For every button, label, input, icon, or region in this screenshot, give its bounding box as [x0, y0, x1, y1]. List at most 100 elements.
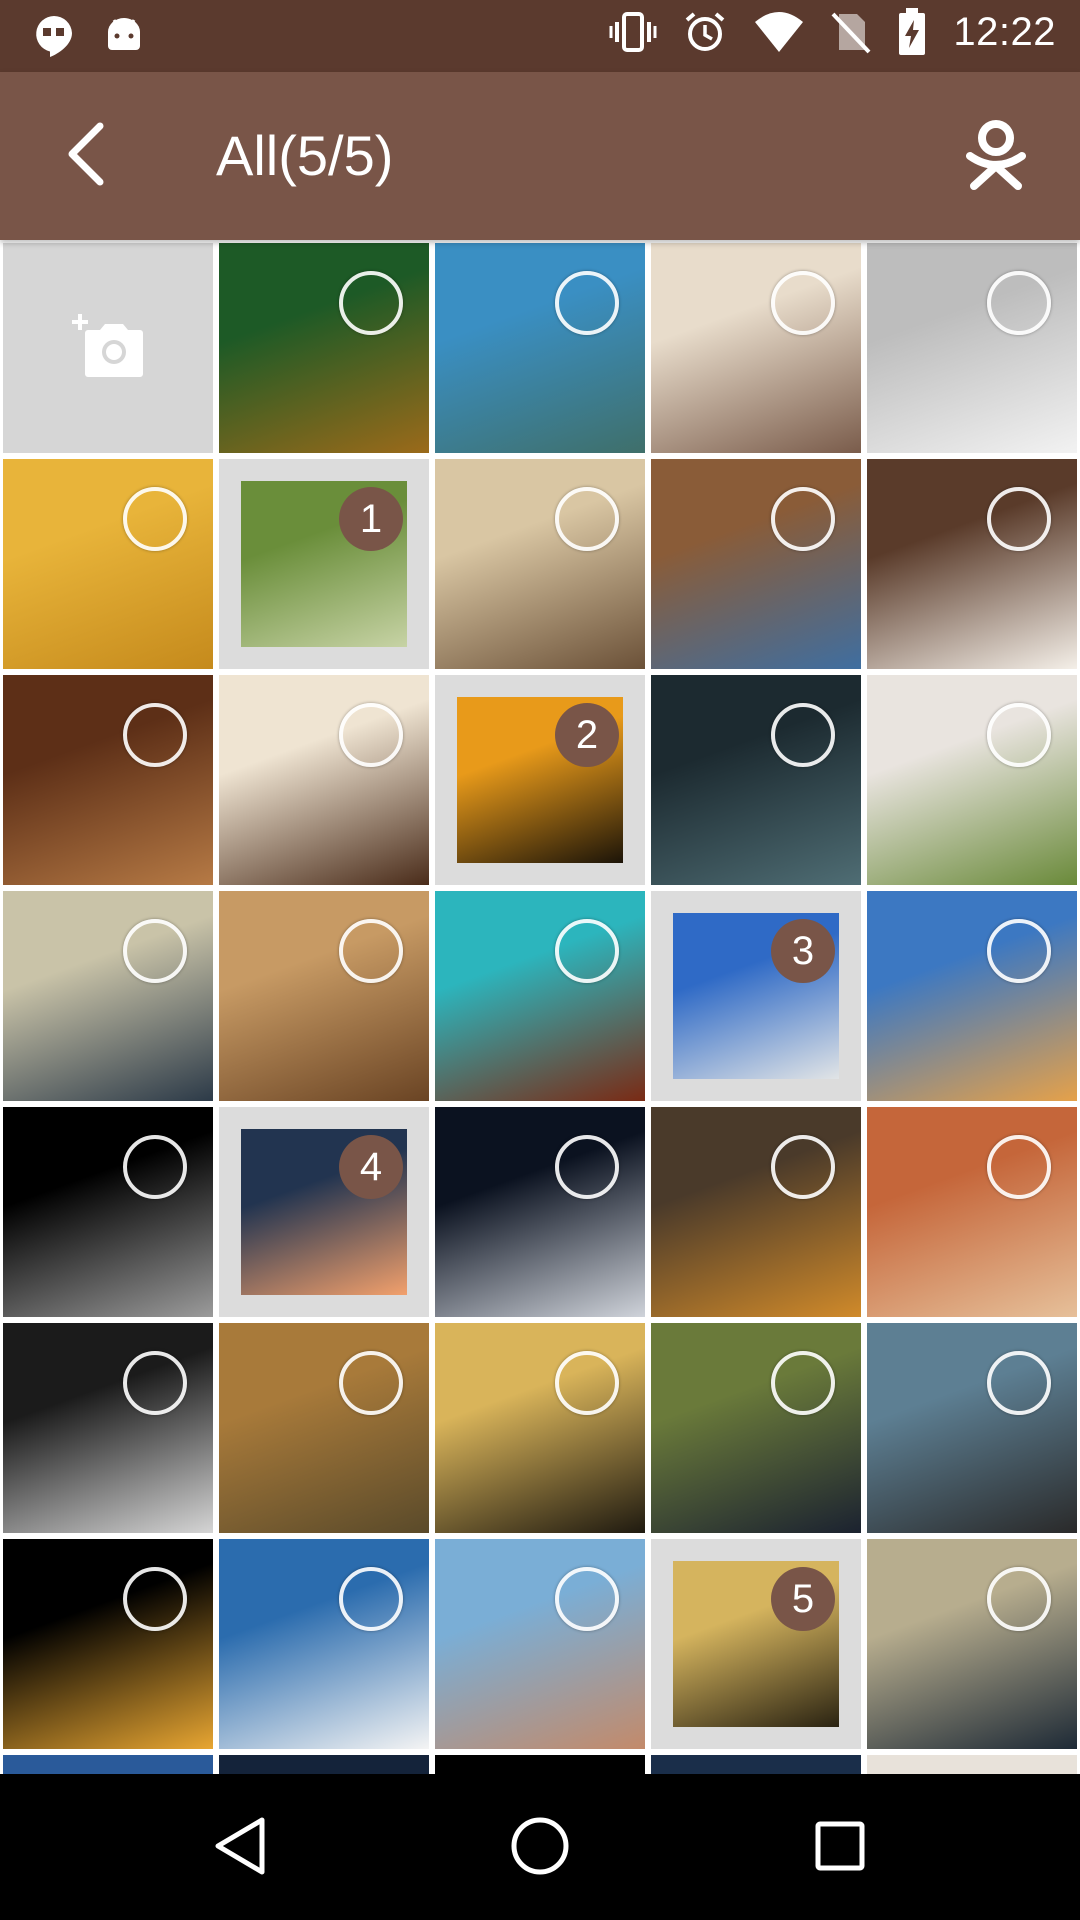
photo-tile[interactable]	[219, 243, 429, 453]
photo-thumbnail	[3, 675, 213, 885]
selection-number-badge[interactable]: 2	[555, 703, 619, 767]
selection-number-badge[interactable]: 4	[339, 1135, 403, 1199]
select-circle-checkbox[interactable]	[987, 1567, 1051, 1631]
home-circle-icon	[510, 1816, 570, 1881]
photo-tile[interactable]	[867, 675, 1077, 885]
selection-number-badge[interactable]: 5	[771, 1567, 835, 1631]
photo-tile[interactable]	[867, 1107, 1077, 1317]
photo-thumbnail	[651, 243, 861, 453]
select-circle-checkbox[interactable]	[555, 1351, 619, 1415]
photo-tile[interactable]	[435, 891, 645, 1101]
select-circle-checkbox[interactable]	[771, 1351, 835, 1415]
select-circle-checkbox[interactable]	[123, 703, 187, 767]
photo-tile[interactable]	[219, 1539, 429, 1749]
photo-tile[interactable]	[435, 1107, 645, 1317]
nav-home-button[interactable]	[500, 1808, 580, 1888]
photo-tile[interactable]	[435, 1539, 645, 1749]
photo-tile[interactable]	[651, 1107, 861, 1317]
select-circle-checkbox[interactable]	[339, 1351, 403, 1415]
photo-tile[interactable]	[3, 1323, 213, 1533]
select-circle-checkbox[interactable]	[771, 703, 835, 767]
photo-tile[interactable]: 3	[651, 891, 861, 1101]
select-circle-checkbox[interactable]	[339, 271, 403, 335]
select-circle-checkbox[interactable]	[123, 1351, 187, 1415]
odnoklassniki-icon	[960, 118, 1032, 195]
select-circle-checkbox[interactable]	[555, 271, 619, 335]
app-bar: All(5/5)	[0, 72, 1080, 240]
select-circle-checkbox[interactable]	[555, 1135, 619, 1199]
recents-square-icon	[812, 1818, 868, 1879]
photo-thumbnail	[219, 891, 429, 1101]
photo-thumbnail	[219, 1755, 429, 1774]
photo-tile[interactable]	[867, 459, 1077, 669]
select-circle-checkbox[interactable]	[987, 1351, 1051, 1415]
select-circle-checkbox[interactable]	[771, 1135, 835, 1199]
page-title: All(5/5)	[216, 124, 394, 187]
photo-thumbnail	[3, 1755, 213, 1774]
photo-tile[interactable]	[867, 1755, 1077, 1774]
select-circle-checkbox[interactable]	[555, 1567, 619, 1631]
photo-tile[interactable]	[219, 675, 429, 885]
photo-tile[interactable]: 4	[219, 1107, 429, 1317]
photo-tile[interactable]	[435, 1323, 645, 1533]
select-circle-checkbox[interactable]	[123, 1567, 187, 1631]
photo-thumbnail	[3, 1539, 213, 1749]
photo-tile[interactable]	[219, 891, 429, 1101]
status-bar: 12:22	[0, 0, 1080, 72]
select-circle-checkbox[interactable]	[123, 919, 187, 983]
select-circle-checkbox[interactable]	[771, 271, 835, 335]
photo-tile[interactable]	[3, 459, 213, 669]
photo-tile[interactable]	[435, 1755, 645, 1774]
photo-tile[interactable]	[3, 675, 213, 885]
select-circle-checkbox[interactable]	[771, 487, 835, 551]
photo-tile[interactable]	[867, 891, 1077, 1101]
photo-tile[interactable]	[651, 459, 861, 669]
photo-tile[interactable]	[219, 1323, 429, 1533]
photo-tile[interactable]: 1	[219, 459, 429, 669]
photo-thumbnail	[867, 1539, 1077, 1749]
photo-thumbnail	[3, 459, 213, 669]
back-arrow-icon	[66, 122, 106, 191]
photo-tile[interactable]	[867, 1539, 1077, 1749]
select-circle-checkbox[interactable]	[987, 919, 1051, 983]
photo-tile[interactable]	[3, 1755, 213, 1774]
confirm-button[interactable]	[936, 104, 1056, 208]
nav-back-button[interactable]	[200, 1808, 280, 1888]
select-circle-checkbox[interactable]	[123, 487, 187, 551]
photo-tile[interactable]	[435, 243, 645, 453]
photo-thumbnail	[435, 1107, 645, 1317]
select-circle-checkbox[interactable]	[987, 271, 1051, 335]
select-circle-checkbox[interactable]	[339, 703, 403, 767]
nav-recents-button[interactable]	[800, 1808, 880, 1888]
select-circle-checkbox[interactable]	[555, 919, 619, 983]
photo-thumbnail	[867, 1107, 1077, 1317]
back-button[interactable]	[46, 116, 126, 196]
select-circle-checkbox[interactable]	[339, 919, 403, 983]
photo-tile[interactable]	[219, 1755, 429, 1774]
photo-thumbnail	[867, 891, 1077, 1101]
select-circle-checkbox[interactable]	[987, 487, 1051, 551]
photo-tile[interactable]	[867, 243, 1077, 453]
photo-tile[interactable]	[3, 1107, 213, 1317]
select-circle-checkbox[interactable]	[987, 703, 1051, 767]
photo-thumbnail	[435, 243, 645, 453]
android-icon	[102, 14, 146, 58]
photo-tile[interactable]	[867, 1323, 1077, 1533]
photo-tile[interactable]	[3, 1539, 213, 1749]
selection-number-badge[interactable]: 3	[771, 919, 835, 983]
select-circle-checkbox[interactable]	[555, 487, 619, 551]
photo-tile[interactable]	[651, 243, 861, 453]
select-circle-checkbox[interactable]	[123, 1135, 187, 1199]
photo-tile[interactable]	[435, 459, 645, 669]
select-circle-checkbox[interactable]	[339, 1567, 403, 1631]
photo-tile[interactable]	[651, 1755, 861, 1774]
photo-tile[interactable]	[3, 891, 213, 1101]
photo-tile[interactable]	[651, 1323, 861, 1533]
photo-tile[interactable]: 5	[651, 1539, 861, 1749]
select-circle-checkbox[interactable]	[987, 1135, 1051, 1199]
selection-number-badge[interactable]: 1	[339, 487, 403, 551]
add-photo-tile[interactable]	[3, 243, 213, 453]
photo-tile[interactable]	[651, 675, 861, 885]
photo-tile[interactable]: 2	[435, 675, 645, 885]
photo-grid[interactable]: 1 2 3 4 5	[0, 240, 1080, 1774]
